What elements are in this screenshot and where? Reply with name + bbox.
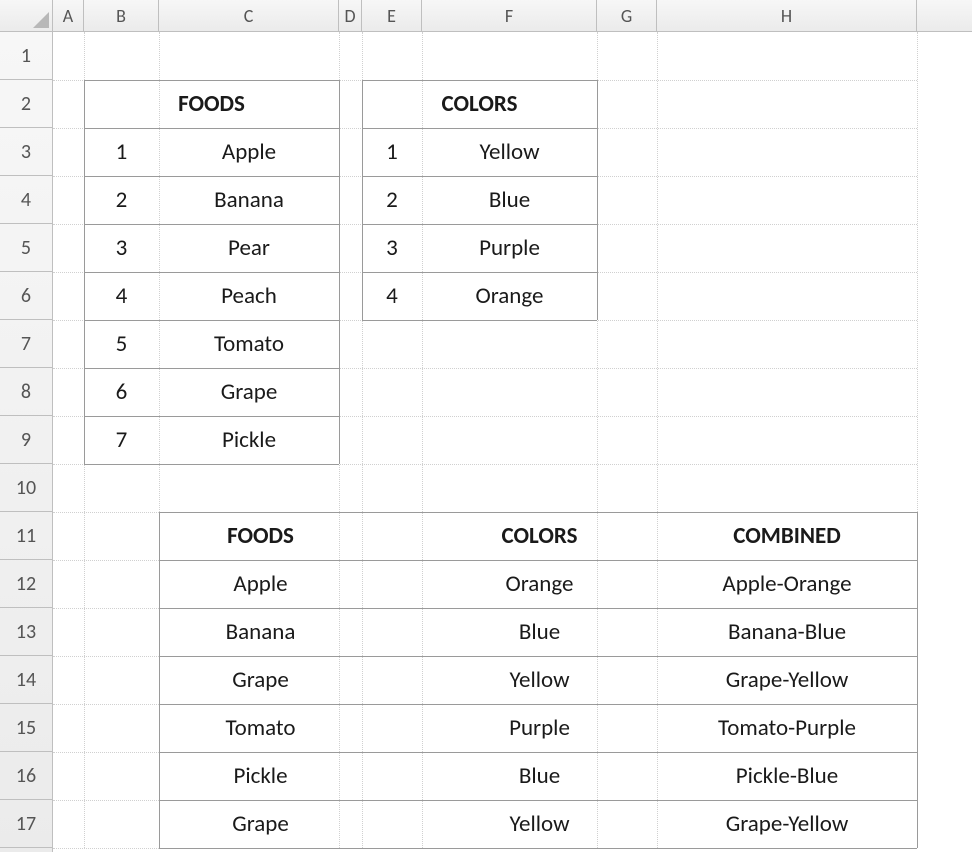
column-header-G[interactable]: G bbox=[597, 0, 657, 32]
column-header-H[interactable]: H bbox=[657, 0, 917, 32]
colors-source-row: 2Blue bbox=[53, 176, 972, 224]
row-2: FOODS COLORS bbox=[53, 80, 972, 128]
row-header-17[interactable]: 17 bbox=[0, 800, 52, 848]
colors-item-cell[interactable]: Purple bbox=[422, 224, 597, 272]
row-header-5[interactable]: 5 bbox=[0, 224, 52, 272]
result-combined-header[interactable]: COMBINED bbox=[657, 512, 917, 560]
result-combined-cell[interactable]: Grape-Yellow bbox=[657, 800, 917, 848]
result-row: Pickle BluePickle-Blue bbox=[53, 752, 972, 800]
colors-source-header[interactable]: COLORS bbox=[362, 80, 597, 128]
row-header-10[interactable]: 10 bbox=[0, 464, 52, 512]
result-color-cell[interactable]: Blue bbox=[422, 752, 657, 800]
colors-index-cell[interactable]: 2 bbox=[362, 176, 422, 224]
row-header-11[interactable]: 11 bbox=[0, 512, 52, 560]
foods-source-row: 5Tomato bbox=[53, 320, 972, 368]
colors-source-row: 1Yellow bbox=[53, 128, 972, 176]
foods-index-cell[interactable]: 5 bbox=[84, 320, 159, 368]
result-food-cell[interactable]: Pickle bbox=[159, 752, 362, 800]
column-header-F[interactable]: F bbox=[422, 0, 597, 32]
row-11: FOODS COLORS COMBINED bbox=[53, 512, 972, 560]
colors-index-cell[interactable]: 1 bbox=[362, 128, 422, 176]
result-food-cell[interactable]: Banana bbox=[159, 608, 362, 656]
result-color-cell[interactable]: Orange bbox=[422, 560, 657, 608]
result-color-cell[interactable]: Purple bbox=[422, 704, 657, 752]
result-food-cell[interactable]: Grape bbox=[159, 656, 362, 704]
row-header-1[interactable]: 1 bbox=[0, 32, 52, 80]
colors-source-row: 3Purple bbox=[53, 224, 972, 272]
foods-index-cell[interactable]: 6 bbox=[84, 368, 159, 416]
cell-grid[interactable]: FOODS COLORS 1Apple2Banana3Pear4Peach5To… bbox=[53, 32, 972, 852]
result-food-cell[interactable]: Apple bbox=[159, 560, 362, 608]
select-all-corner[interactable] bbox=[0, 0, 53, 32]
row-header-9[interactable]: 9 bbox=[0, 416, 52, 464]
column-header-C[interactable]: C bbox=[159, 0, 339, 32]
result-foods-header[interactable]: FOODS bbox=[159, 512, 362, 560]
row-header-12[interactable]: 12 bbox=[0, 560, 52, 608]
result-color-cell[interactable]: Yellow bbox=[422, 656, 657, 704]
foods-source-row: 7Pickle bbox=[53, 416, 972, 464]
foods-source-header[interactable]: FOODS bbox=[84, 80, 339, 128]
colors-item-cell[interactable]: Yellow bbox=[422, 128, 597, 176]
select-all-triangle-icon bbox=[33, 12, 49, 28]
result-combined-cell[interactable]: Grape-Yellow bbox=[657, 656, 917, 704]
row-header-4[interactable]: 4 bbox=[0, 176, 52, 224]
row-header-7[interactable]: 7 bbox=[0, 320, 52, 368]
row-header-6[interactable]: 6 bbox=[0, 272, 52, 320]
colors-source-row: 4Orange bbox=[53, 272, 972, 320]
row-header-16[interactable]: 16 bbox=[0, 752, 52, 800]
result-color-cell[interactable]: Blue bbox=[422, 608, 657, 656]
result-colors-header[interactable]: COLORS bbox=[422, 512, 657, 560]
colors-index-cell[interactable]: 3 bbox=[362, 224, 422, 272]
row-header-15[interactable]: 15 bbox=[0, 704, 52, 752]
result-combined-cell[interactable]: Pickle-Blue bbox=[657, 752, 917, 800]
row-headers[interactable]: 1234567891011121314151617 bbox=[0, 32, 53, 852]
row-header-3[interactable]: 3 bbox=[0, 128, 52, 176]
spreadsheet[interactable]: ABCDEFGH 1234567891011121314151617 FOODS… bbox=[0, 0, 972, 852]
result-color-cell[interactable]: Yellow bbox=[422, 800, 657, 848]
result-row: Grape YellowGrape-Yellow bbox=[53, 656, 972, 704]
foods-item-cell[interactable]: Grape bbox=[159, 368, 339, 416]
result-row: Apple OrangeApple-Orange bbox=[53, 560, 972, 608]
result-row: Tomato PurpleTomato-Purple bbox=[53, 704, 972, 752]
foods-item-cell[interactable]: Pickle bbox=[159, 416, 339, 464]
result-combined-cell[interactable]: Tomato-Purple bbox=[657, 704, 917, 752]
colors-item-cell[interactable]: Blue bbox=[422, 176, 597, 224]
row-header-8[interactable]: 8 bbox=[0, 368, 52, 416]
result-combined-cell[interactable]: Apple-Orange bbox=[657, 560, 917, 608]
result-food-cell[interactable]: Grape bbox=[159, 800, 362, 848]
result-food-cell[interactable]: Tomato bbox=[159, 704, 362, 752]
row-header-14[interactable]: 14 bbox=[0, 656, 52, 704]
result-row: Grape YellowGrape-Yellow bbox=[53, 800, 972, 848]
foods-index-cell[interactable]: 7 bbox=[84, 416, 159, 464]
column-headers[interactable]: ABCDEFGH bbox=[53, 0, 972, 32]
foods-source-row: 6Grape bbox=[53, 368, 972, 416]
column-header-B[interactable]: B bbox=[84, 0, 159, 32]
row-header-13[interactable]: 13 bbox=[0, 608, 52, 656]
column-header-A[interactable]: A bbox=[53, 0, 84, 32]
row-header-2[interactable]: 2 bbox=[0, 80, 52, 128]
result-row: Banana BlueBanana-Blue bbox=[53, 608, 972, 656]
foods-item-cell[interactable]: Tomato bbox=[159, 320, 339, 368]
colors-index-cell[interactable]: 4 bbox=[362, 272, 422, 320]
colors-item-cell[interactable]: Orange bbox=[422, 272, 597, 320]
result-combined-cell[interactable]: Banana-Blue bbox=[657, 608, 917, 656]
column-header-D[interactable]: D bbox=[339, 0, 362, 32]
column-header-E[interactable]: E bbox=[362, 0, 422, 32]
